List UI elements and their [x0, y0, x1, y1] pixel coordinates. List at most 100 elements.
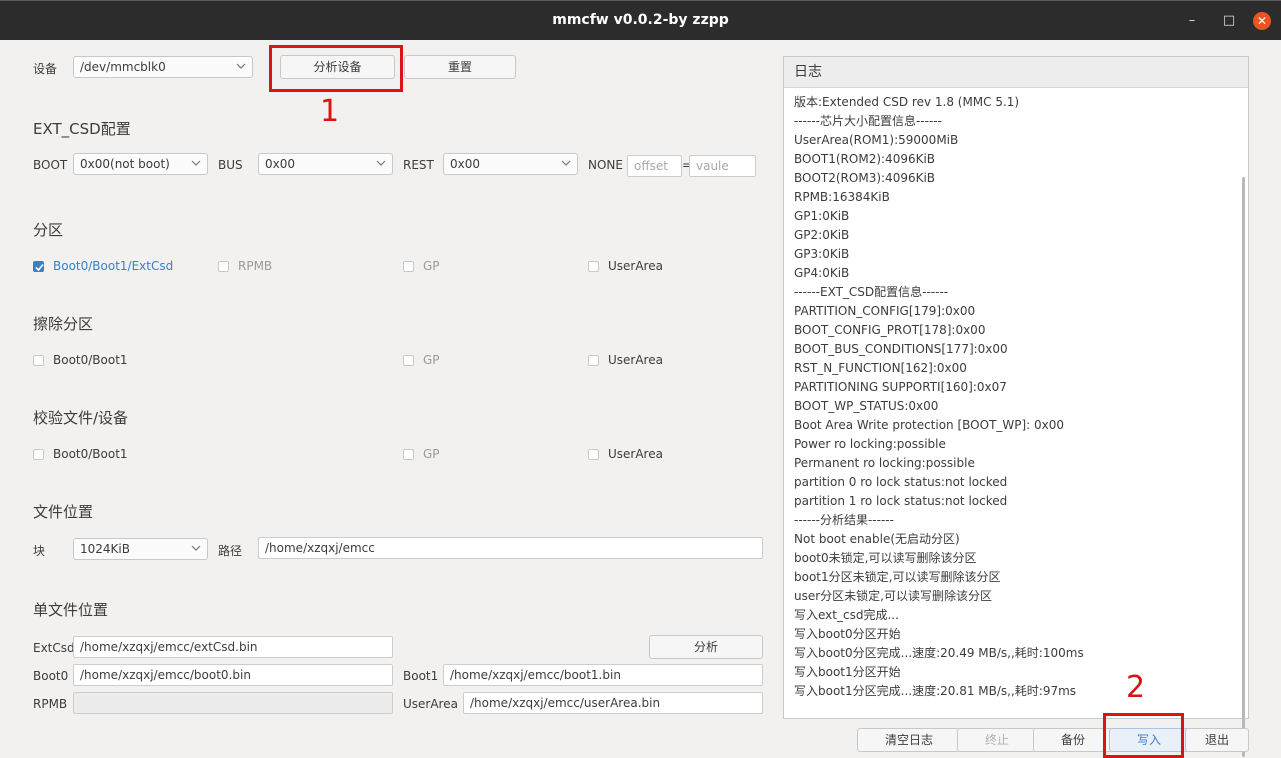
path-input[interactable]: /home/xzqxj/emcc	[258, 537, 763, 559]
log-line: GP2:0KiB	[794, 228, 850, 242]
partition-section-title: 分区	[33, 221, 64, 239]
exit-button[interactable]: 退出	[1185, 728, 1249, 752]
chevron-down-icon	[561, 160, 571, 166]
stop-button[interactable]: 终止	[957, 728, 1037, 752]
clear-log-button[interactable]: 清空日志	[857, 728, 961, 752]
log-line: UserArea(ROM1):59000MiB	[794, 133, 959, 147]
partition-gp-checkbox[interactable]	[403, 261, 414, 272]
erase-section-title: 擦除分区	[33, 315, 94, 333]
extcsd-file-label: ExtCsd	[33, 641, 75, 655]
log-line: GP4:0KiB	[794, 266, 850, 280]
boot0-file-label: Boot0	[33, 669, 69, 683]
boot1-file-label: Boot1	[403, 669, 439, 683]
verify-gp-checkbox[interactable]	[403, 449, 414, 460]
log-lines: 版本:Extended CSD rev 1.8 (MMC 5.1) ------芯…	[794, 93, 1234, 701]
partition-userarea-checkbox[interactable]	[588, 261, 599, 272]
boot1-file-input[interactable]: /home/xzqxj/emcc/boot1.bin	[443, 664, 763, 686]
partition-rpmb-label: RPMB	[238, 259, 273, 273]
rest-select-value: 0x00	[450, 157, 481, 171]
log-line: 写入boot1分区完成...速度:20.81 MB/s,,耗时:97ms	[794, 684, 1077, 698]
filepos-section-title: 文件位置	[33, 503, 94, 521]
erase-userarea-checkbox[interactable]	[588, 355, 599, 366]
boot-label: BOOT	[33, 158, 68, 172]
log-line: BOOT1(ROM2):4096KiB	[794, 152, 936, 166]
chevron-down-icon	[191, 545, 201, 551]
erase-gp-checkbox[interactable]	[403, 355, 414, 366]
rest-label: REST	[403, 158, 434, 172]
partition-gp-label: GP	[423, 259, 440, 273]
path-label: 路径	[218, 544, 243, 558]
log-line: user分区未锁定,可以读写删除该分区	[794, 589, 992, 603]
maximize-icon[interactable]: □	[1219, 11, 1239, 31]
partition-userarea-label: UserArea	[608, 259, 663, 273]
block-size-select[interactable]: 1024KiB	[73, 538, 208, 560]
log-line: PARTITIONING SUPPORTI[160]:0x07	[794, 380, 1007, 394]
backup-button[interactable]: 备份	[1033, 728, 1113, 752]
log-line: RPMB:16384KiB	[794, 190, 890, 204]
minimize-icon[interactable]: –	[1182, 11, 1202, 31]
annotation-box-1	[269, 45, 403, 92]
none-label: NONE	[588, 158, 623, 172]
erase-boot-checkbox[interactable]	[33, 355, 44, 366]
log-line: 写入boot0分区完成...速度:20.49 MB/s,,耗时:100ms	[794, 646, 1084, 660]
log-line: Power ro locking:possible	[794, 437, 946, 451]
partition-boot-checkbox[interactable]	[33, 261, 44, 272]
verify-boot-label: Boot0/Boot1	[53, 447, 128, 461]
log-line: 版本:Extended CSD rev 1.8 (MMC 5.1)	[794, 95, 1020, 109]
boot-select[interactable]: 0x00(not boot)	[73, 153, 208, 175]
verify-boot-checkbox[interactable]	[33, 449, 44, 460]
chevron-down-icon	[191, 160, 201, 166]
bus-select-value: 0x00	[265, 157, 296, 171]
log-line: 写入boot0分区开始	[794, 627, 901, 641]
log-line: ------分析结果------	[794, 513, 894, 527]
annotation-number-2: 2	[1126, 670, 1146, 705]
check-icon	[35, 263, 44, 272]
log-line: partition 1 ro lock status:not locked	[794, 494, 1008, 508]
device-label: 设备	[33, 62, 58, 76]
verify-section-title: 校验文件/设备	[33, 409, 129, 427]
partition-rpmb-checkbox[interactable]	[218, 261, 229, 272]
userarea-file-input[interactable]: /home/xzqxj/emcc/userArea.bin	[463, 692, 763, 714]
offset-input[interactable]: offset	[627, 155, 682, 177]
log-line: GP1:0KiB	[794, 209, 850, 223]
verify-userarea-checkbox[interactable]	[588, 449, 599, 460]
extcsd-file-input[interactable]: /home/xzqxj/emcc/extCsd.bin	[73, 636, 393, 658]
boot0-file-input[interactable]: /home/xzqxj/emcc/boot0.bin	[73, 664, 393, 686]
log-line: ------芯片大小配置信息------	[794, 114, 942, 128]
annotation-box-2	[1103, 713, 1184, 758]
userarea-file-label: UserArea	[403, 697, 458, 711]
verify-gp-label: GP	[423, 447, 440, 461]
log-line: PARTITION_CONFIG[179]:0x00	[794, 304, 976, 318]
title-bar: mmcfw v0.0.2-by zzpp – □ ✕	[0, 0, 1281, 40]
log-line: boot0未锁定,可以读写删除该分区	[794, 551, 977, 565]
erase-boot-label: Boot0/Boot1	[53, 353, 128, 367]
extcsd-section-title: EXT_CSD配置	[33, 120, 131, 138]
log-line: BOOT_BUS_CONDITIONS[177]:0x00	[794, 342, 1008, 356]
log-line: Not boot enable(无启动分区)	[794, 532, 960, 546]
device-select-value: /dev/mmcblk0	[80, 60, 166, 74]
reset-button[interactable]: 重置	[404, 55, 516, 79]
log-line: ------EXT_CSD配置信息------	[794, 285, 949, 299]
bus-select[interactable]: 0x00	[258, 153, 393, 175]
erase-userarea-label: UserArea	[608, 353, 663, 367]
log-line: 写入ext_csd完成...	[794, 608, 899, 622]
block-size-value: 1024KiB	[80, 542, 130, 556]
analyze-file-button[interactable]: 分析	[649, 635, 763, 659]
log-scrollbar[interactable]	[1242, 177, 1245, 757]
log-line: BOOT_CONFIG_PROT[178]:0x00	[794, 323, 986, 337]
log-line: partition 0 ro lock status:not locked	[794, 475, 1008, 489]
value-input[interactable]: vaule	[689, 155, 756, 177]
verify-userarea-label: UserArea	[608, 447, 663, 461]
partition-boot-label: Boot0/Boot1/ExtCsd	[53, 259, 174, 273]
boot-select-value: 0x00(not boot)	[80, 157, 170, 171]
log-line: Boot Area Write protection [BOOT_WP]: 0x…	[794, 418, 1065, 432]
log-panel[interactable]: 日志 版本:Extended CSD rev 1.8 (MMC 5.1) ----…	[783, 56, 1249, 757]
log-line: RST_N_FUNCTION[162]:0x00	[794, 361, 967, 375]
close-icon[interactable]: ✕	[1253, 12, 1271, 30]
log-title: 日志	[784, 57, 1248, 88]
bus-label: BUS	[218, 158, 243, 172]
log-line: GP3:0KiB	[794, 247, 850, 261]
rest-select[interactable]: 0x00	[443, 153, 578, 175]
log-line: Permanent ro locking:possible	[794, 456, 975, 470]
device-select[interactable]: /dev/mmcblk0	[73, 56, 253, 78]
